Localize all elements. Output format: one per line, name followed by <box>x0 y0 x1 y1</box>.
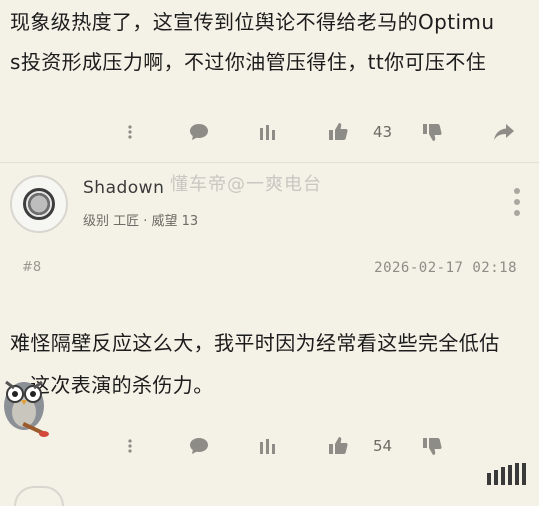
comment-text-line-1: 难怪隔壁反应这么大，我平时因为经常看这些完全低估 <box>10 331 500 355</box>
thumbs-up-icon <box>328 122 348 142</box>
username[interactable]: Shadown <box>83 178 164 198</box>
share-icon[interactable] <box>493 117 515 147</box>
signal-icon <box>485 463 531 485</box>
avatar-ring <box>23 188 55 220</box>
thumbs-down-icon[interactable] <box>422 117 442 147</box>
like-count: 54 <box>373 437 393 455</box>
post-action-bar: 43 <box>0 117 539 147</box>
comment-action-bar: 54 <box>0 431 539 461</box>
comment-body: 难怪隔壁反应这么大，我平时因为经常看这些完全低估 这次表演的杀伤力。 <box>10 322 530 406</box>
thumbs-up-icon <box>328 436 348 456</box>
avatar[interactable] <box>10 175 68 233</box>
timestamp: 2026-02-17 02:18 <box>374 260 517 276</box>
reward-icon[interactable] <box>258 117 276 147</box>
thumbs-up-button[interactable] <box>328 117 348 147</box>
post-text-line-2: s投资形成压力啊，不过你油管压得住，tt你可压不住 <box>10 50 487 74</box>
user-level-meta: 级别 工匠 · 威望 13 <box>83 214 199 229</box>
divider <box>0 162 539 163</box>
post-text-line-1: 现象级热度了，这宣传到位舆论不得给老马的Optimu <box>10 10 495 34</box>
comment-icon[interactable] <box>188 431 210 461</box>
watermark: 懂车帝@一爽电台 <box>170 174 322 195</box>
like-count: 43 <box>373 123 393 141</box>
comment-text-line-2: 这次表演的杀伤力。 <box>30 373 214 397</box>
thumbs-up-button[interactable] <box>328 431 348 461</box>
comment-icon[interactable] <box>188 117 210 147</box>
floor-number: #8 <box>22 260 42 275</box>
more-options-icon[interactable] <box>507 185 527 219</box>
post-body: 现象级热度了，这宣传到位舆论不得给老马的Optimu s投资形成压力啊，不过你油… <box>10 2 530 82</box>
reward-icon[interactable] <box>258 431 276 461</box>
next-avatar[interactable] <box>14 486 64 506</box>
more-dots-icon[interactable] <box>127 431 133 461</box>
more-dots-icon[interactable] <box>127 117 133 147</box>
thumbs-down-icon[interactable] <box>422 431 442 461</box>
